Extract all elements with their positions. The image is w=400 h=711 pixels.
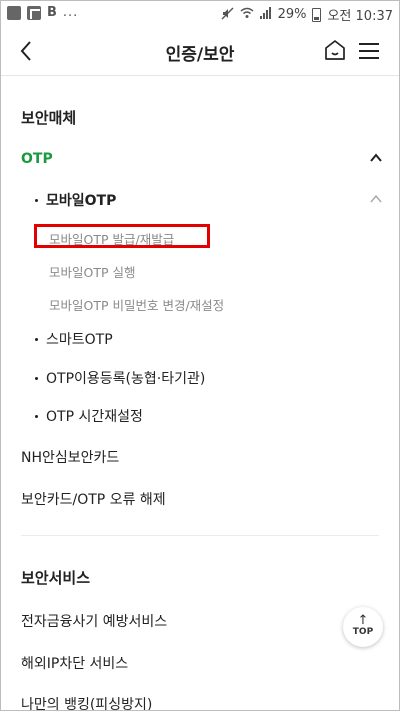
battery-icon — [312, 7, 322, 22]
section-divider — [21, 535, 379, 536]
bullet-icon — [35, 337, 38, 341]
menu-item-nh-card[interactable]: NH안심보안카드 — [21, 447, 119, 467]
status-bar: B ... 29% 오전 10:37 — [1, 1, 399, 27]
home-button[interactable] — [323, 38, 347, 62]
flipboard-icon — [27, 6, 41, 20]
app-frame: B ... 29% 오전 10:37 인증/보안 보안매체 OTP 모바일OTP… — [0, 0, 400, 711]
bullet-icon — [35, 198, 38, 202]
clock-time: 오전 10:37 — [327, 9, 393, 24]
section-title-security-media: 보안매체 — [21, 109, 77, 127]
menu-item-otp-register[interactable]: OTP이용등록(농협·타기관) — [35, 368, 205, 388]
menu-item-smart-otp[interactable]: 스마트OTP — [35, 329, 113, 349]
chevron-up-light-icon[interactable] — [369, 192, 383, 206]
scroll-top-button[interactable]: ↑ TOP — [343, 607, 383, 647]
menu-button[interactable] — [357, 39, 381, 63]
menu-item-foreign-ip-block[interactable]: 해외IP차단 서비스 — [21, 653, 128, 673]
menu-item-label: OTP 시간재설정 — [46, 409, 143, 425]
section-title-security-service: 보안서비스 — [21, 569, 91, 587]
more-notifications-icon: ... — [62, 5, 79, 20]
menu-item-label: OTP이용등록(농협·타기관) — [46, 371, 206, 387]
menu-item-mobile-otp-run[interactable]: 모바일OTP 실행 — [49, 262, 136, 281]
menu-item-mobile-otp[interactable]: 모바일OTP — [35, 190, 116, 210]
scroll-top-label: TOP — [352, 627, 374, 637]
battery-percent: 29% — [277, 7, 307, 22]
highlight-box — [34, 224, 210, 248]
menu-item-otp[interactable]: OTP — [21, 151, 53, 167]
menu-item-mobile-otp-password[interactable]: 모바일OTP 비밀번호 변경/재설정 — [49, 295, 224, 314]
wifi-icon — [240, 7, 254, 22]
b-app-icon: B — [47, 5, 57, 20]
home-icon — [325, 40, 345, 60]
menu-item-otp-time-reset[interactable]: OTP 시간재설정 — [35, 406, 143, 426]
status-right: 29% 오전 10:37 — [221, 5, 393, 24]
arrow-up-icon: ↑ — [357, 613, 369, 628]
app-header: 인증/보안 — [1, 27, 399, 76]
status-left: B ... — [7, 6, 78, 20]
bullet-icon — [35, 414, 38, 418]
hamburger-menu-icon — [359, 43, 379, 59]
image-icon — [7, 6, 21, 20]
menu-item-label: 모바일OTP — [46, 193, 117, 209]
bullet-icon — [35, 376, 38, 380]
menu-item-error-release[interactable]: 보안카드/OTP 오류 해제 — [21, 489, 166, 509]
menu-item-label: 스마트OTP — [46, 332, 113, 348]
menu-item-my-banking[interactable]: 나만의 뱅킹(피싱방지) — [21, 694, 152, 710]
menu-item-fraud-prevention[interactable]: 전자금융사기 예방서비스 — [21, 611, 167, 631]
signal-icon — [259, 7, 272, 22]
chevron-up-icon[interactable] — [369, 151, 383, 165]
mute-icon — [221, 7, 234, 23]
